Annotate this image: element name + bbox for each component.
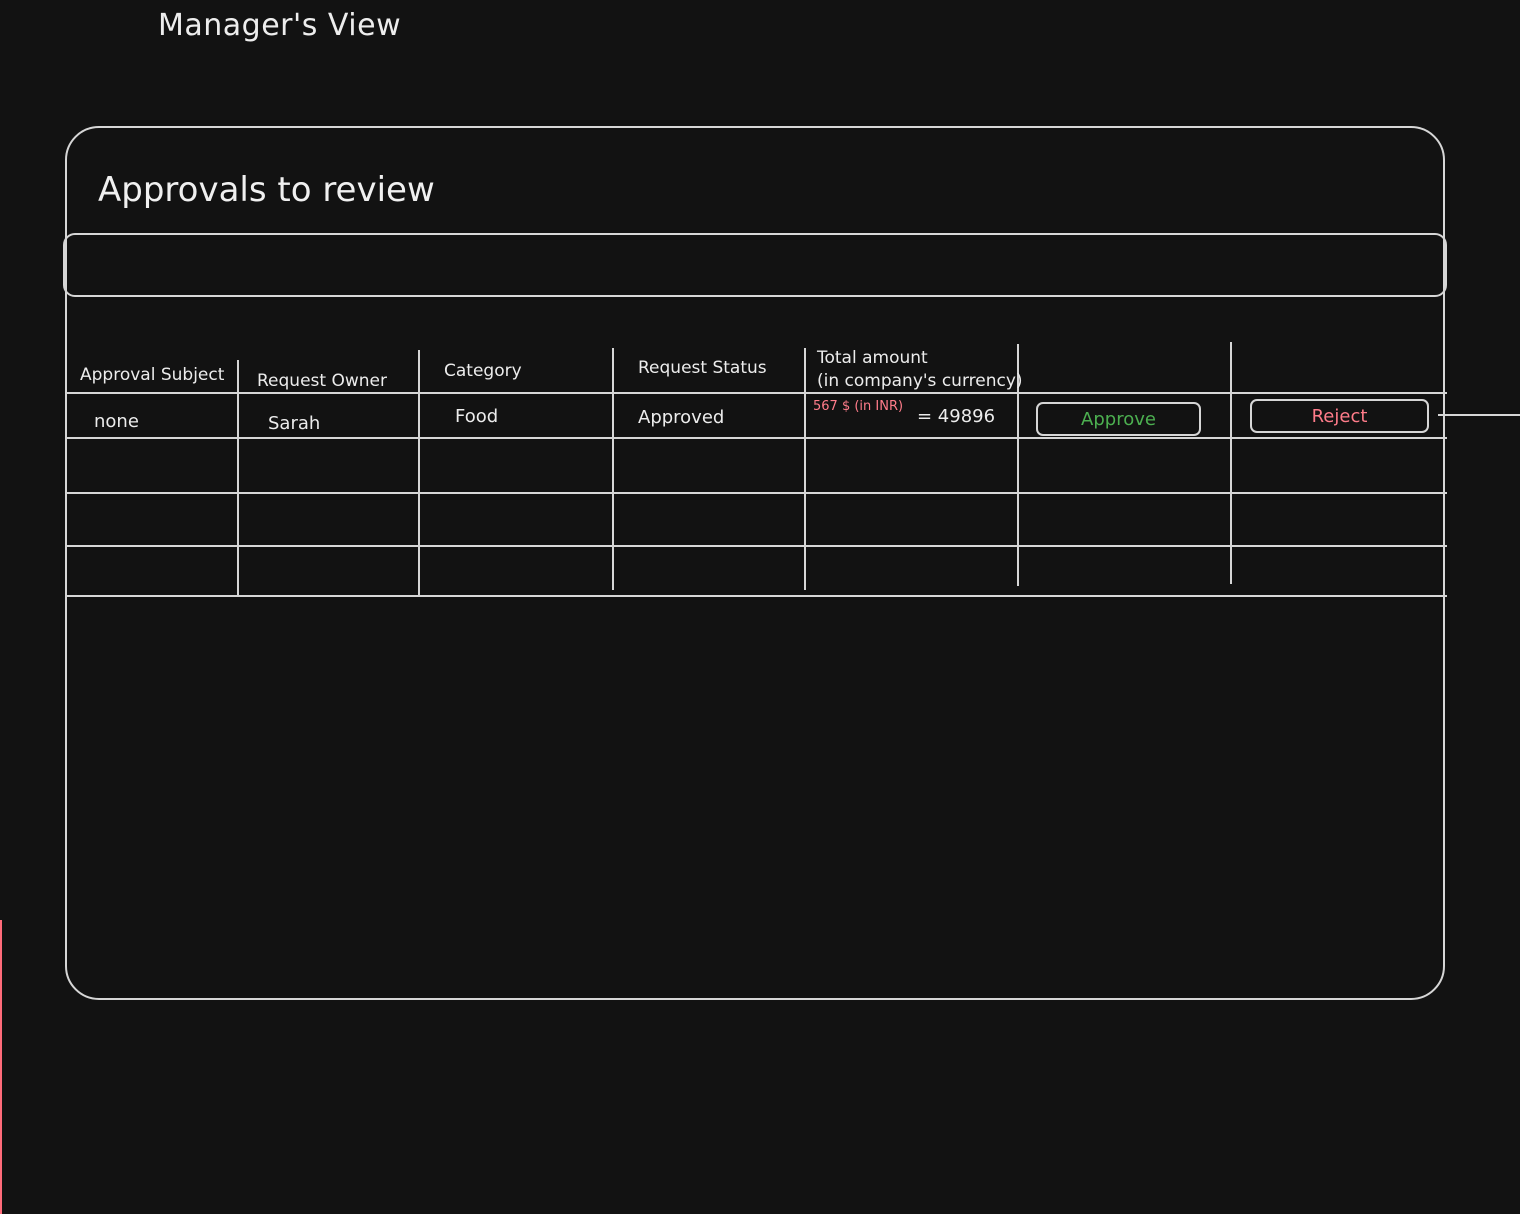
connector-line: [1438, 414, 1520, 416]
column-header-approval-subject: Approval Subject: [80, 365, 225, 385]
column-header-category: Category: [444, 361, 522, 381]
page-title: Manager's View: [158, 8, 402, 43]
search-bar[interactable]: [63, 233, 1447, 297]
column-divider: [1230, 342, 1232, 584]
table-row-divider: [65, 545, 1447, 547]
cell-approval-subject: none: [94, 411, 139, 432]
left-edge-accent: [0, 920, 2, 1214]
cell-amount-converted: = 49896: [917, 406, 996, 427]
column-header-request-owner: Request Owner: [257, 371, 387, 391]
cell-request-owner: Sarah: [268, 413, 321, 434]
table-header-divider: [65, 392, 1447, 394]
table-bottom-border: [65, 595, 1447, 597]
table-row-divider: [65, 492, 1447, 494]
column-divider: [237, 360, 239, 597]
reject-button[interactable]: Reject: [1250, 399, 1429, 433]
approve-button[interactable]: Approve: [1036, 402, 1201, 436]
panel-title: Approvals to review: [98, 170, 435, 210]
column-header-total-amount: Total amount: [817, 348, 928, 368]
cell-request-status: Approved: [638, 407, 725, 428]
column-header-request-status: Request Status: [638, 358, 767, 378]
approvals-table: Approval Subject Request Owner Category …: [65, 340, 1447, 598]
cell-amount-original: 567 $ (in INR): [813, 399, 904, 414]
column-header-total-amount-subtitle: (in company's currency): [817, 371, 1023, 391]
cell-category: Food: [455, 406, 499, 427]
column-divider: [418, 350, 420, 595]
table-row-divider: [65, 437, 1447, 439]
column-divider: [612, 348, 614, 590]
column-divider: [804, 348, 806, 590]
